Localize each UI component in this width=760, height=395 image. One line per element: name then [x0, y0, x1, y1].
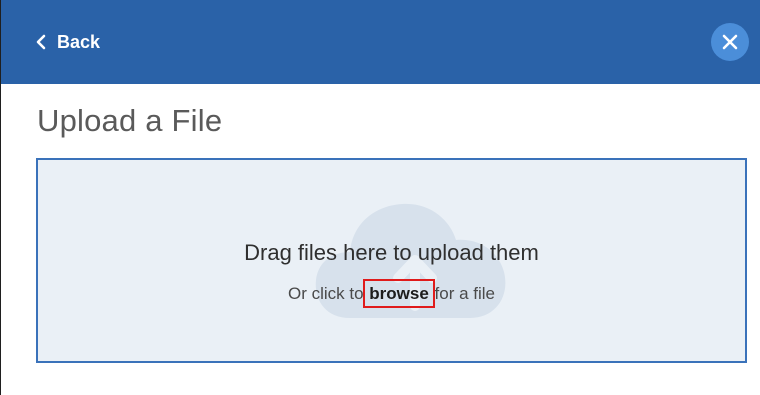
- upload-dialog: Back Upload a File Drag files here to up…: [0, 0, 760, 395]
- browse-link[interactable]: browse: [363, 279, 435, 308]
- close-button[interactable]: [711, 23, 749, 61]
- dropzone-primary-text: Drag files here to upload them: [244, 240, 539, 265]
- back-label: Back: [57, 31, 101, 52]
- file-dropzone[interactable]: Drag files here to upload them Or click …: [36, 158, 747, 363]
- chevron-left-icon: [36, 34, 46, 50]
- dropzone-secondary-prefix: Or click to: [287, 284, 364, 303]
- close-icon: [722, 34, 738, 50]
- back-button[interactable]: Back: [33, 26, 100, 58]
- dropzone-secondary-suffix: for a file: [434, 284, 496, 303]
- page-title: Upload a File: [37, 103, 223, 138]
- dialog-header: Back: [1, 0, 760, 84]
- dropzone-secondary-text: Or click to browse for a file: [38, 279, 745, 308]
